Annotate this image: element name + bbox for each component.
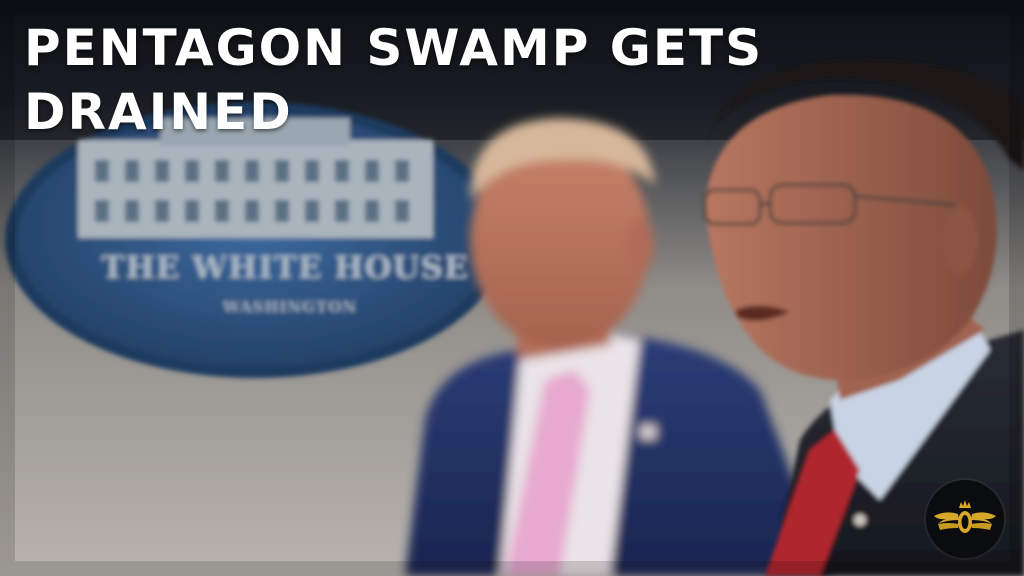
seal-text-main: THE WHITE HOUSE <box>101 250 468 286</box>
headline-line-2: DRAINED <box>24 83 293 141</box>
headline: PENTAGON SWAMP GETS DRAINED <box>24 16 784 144</box>
thumbnail: THE WHITE HOUSE WASHINGTON PENTAGON SWAM… <box>0 0 1024 576</box>
headline-line-1: PENTAGON SWAMP GETS <box>24 19 764 77</box>
channel-logo <box>926 480 1004 558</box>
seal-text-sub: WASHINGTON <box>222 298 357 316</box>
winged-emblem-icon <box>927 481 1003 557</box>
